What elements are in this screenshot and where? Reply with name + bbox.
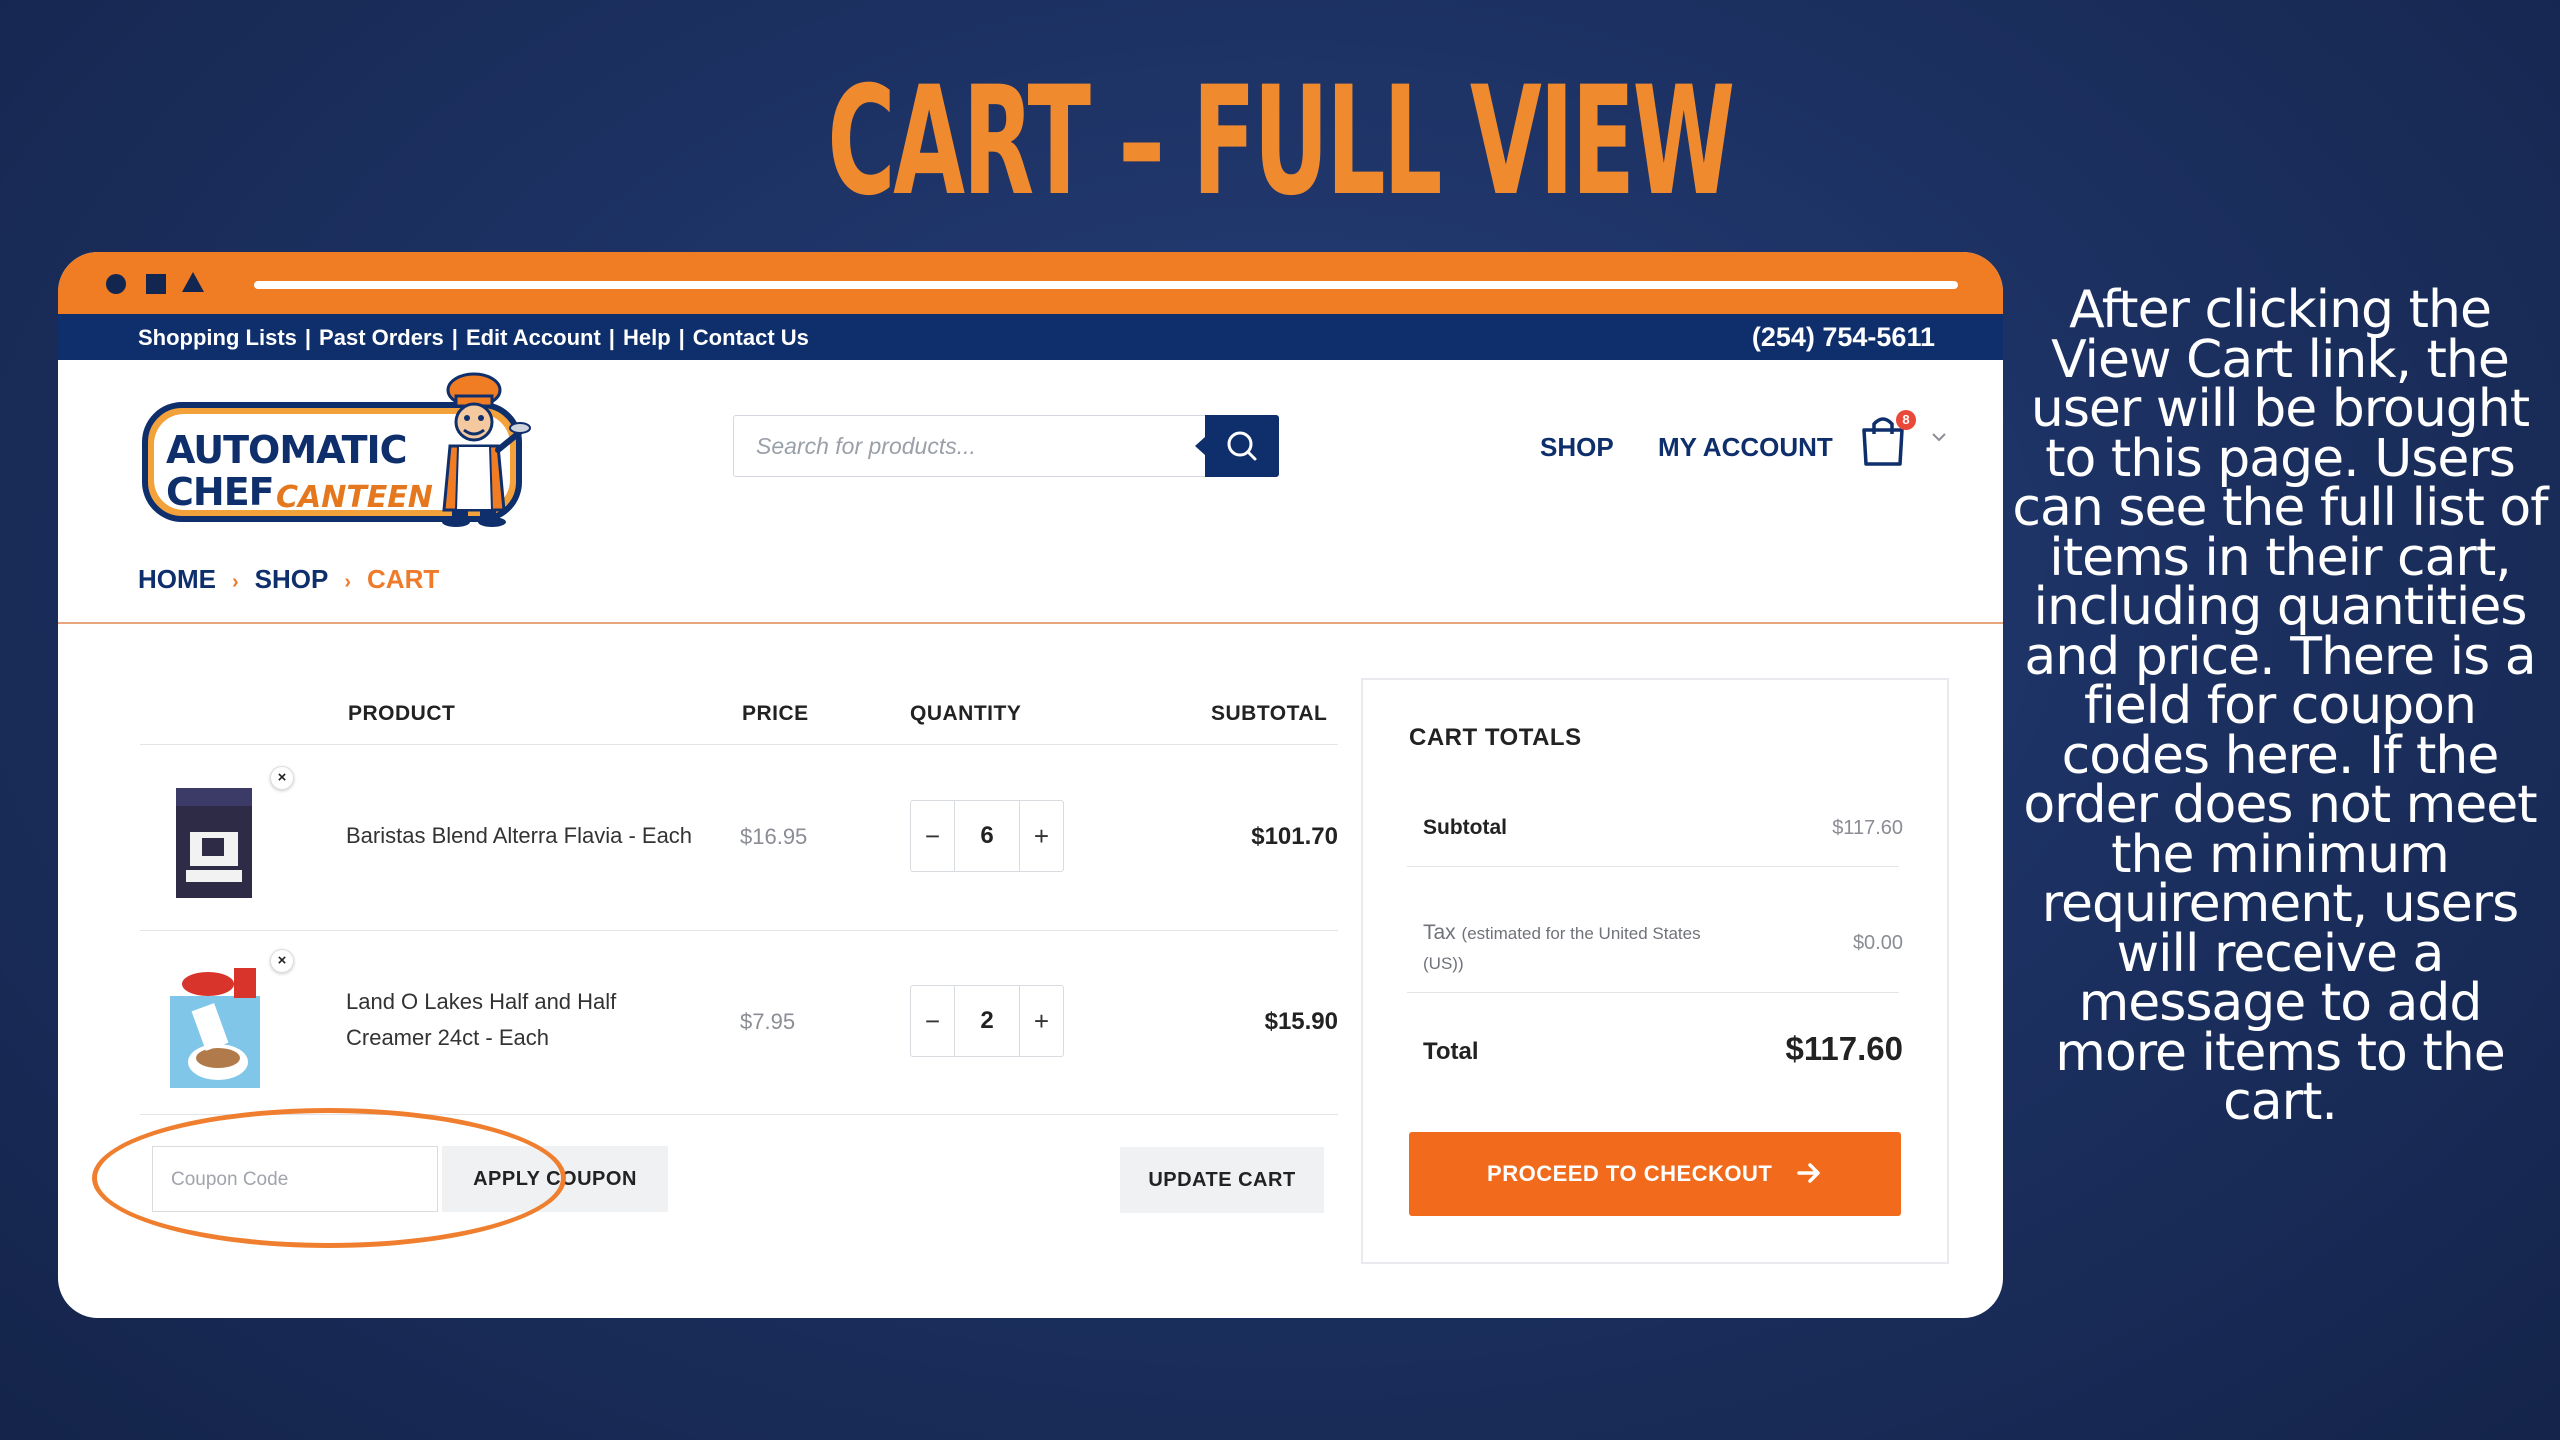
tax-note-2: (US)) (1423, 954, 1464, 973)
line-subtotal: $15.90 (1264, 1008, 1338, 1035)
col-header-quantity: QUANTITY (910, 702, 1022, 725)
link-past-orders[interactable]: Past Orders (319, 325, 444, 350)
divider (58, 622, 2003, 624)
increase-quantity-button[interactable]: + (1019, 801, 1063, 871)
checkout-label: PROCEED TO CHECKOUT (1487, 1161, 1773, 1186)
product-name[interactable]: Land O Lakes Half and Half Creamer 24ct … (346, 984, 616, 1056)
separator: | (678, 325, 685, 350)
arrow-right-icon (1797, 1163, 1820, 1183)
logo-text-line3: CANTEEN (276, 480, 433, 515)
breadcrumb-home[interactable]: HOME (138, 564, 216, 594)
triangle-icon (182, 272, 204, 292)
circle-icon (106, 274, 126, 294)
product-name-line2: Creamer 24ct - Each (346, 1025, 549, 1050)
breadcrumb: HOME › SHOP › CART (138, 564, 439, 595)
remove-item-button[interactable]: × (270, 766, 294, 790)
search-icon (1227, 431, 1257, 461)
tax-value: $0.00 (1852, 932, 1903, 954)
link-contact-us[interactable]: Contact Us (693, 325, 809, 350)
update-cart-button[interactable]: UPDATE CART (1120, 1147, 1324, 1213)
line-subtotal: $101.70 (1251, 823, 1338, 850)
explanation-text: After clicking the View Cart link, the u… (2012, 280, 2548, 1132)
remove-item-button[interactable]: × (270, 949, 294, 973)
highlight-oval (92, 1108, 566, 1248)
decrease-quantity-button[interactable]: − (911, 986, 955, 1056)
divider (140, 930, 1338, 931)
search-input[interactable]: Search for products... (756, 433, 976, 460)
product-name[interactable]: Baristas Blend Alterra Flavia - Each (346, 818, 692, 854)
col-header-subtotal: SUBTOTAL (1211, 702, 1328, 725)
utility-links: Shopping Lists | Past Orders | Edit Account |… (138, 325, 809, 351)
quantity-stepper: − 6 + (910, 800, 1064, 872)
subtotal-label: Subtotal (1423, 816, 1507, 839)
total-value: $117.60 (1785, 1030, 1903, 1067)
link-help[interactable]: Help (623, 325, 671, 350)
search-button[interactable] (1195, 415, 1279, 477)
search-box: Search for products... (733, 415, 1279, 477)
breadcrumb-current: CART (367, 564, 440, 594)
address-bar[interactable] (254, 281, 1958, 289)
square-icon (146, 274, 166, 294)
quantity-input[interactable]: 2 (955, 986, 1019, 1056)
cart-totals-title: CART TOTALS (1409, 724, 1582, 751)
nav-my-account[interactable]: MY ACCOUNT (1658, 432, 1833, 463)
divider (1407, 992, 1899, 993)
chevron-right-icon: › (232, 571, 239, 593)
decrease-quantity-button[interactable]: − (911, 801, 955, 871)
logo-text-line2: CHEF (166, 470, 275, 514)
tax-label-group: Tax (estimated for the United States (US… (1423, 918, 1753, 979)
browser-mockup: Shopping Lists | Past Orders | Edit Account |… (58, 252, 2003, 1318)
slide-title: CART – FULL VIEW (827, 55, 1735, 229)
logo-text-line1: AUTOMATIC (166, 428, 408, 472)
product-image-alterra[interactable] (172, 782, 256, 902)
separator: | (304, 325, 312, 350)
product-price: $7.95 (740, 1009, 796, 1034)
chef-mascot-icon (442, 372, 531, 527)
col-header-product: PRODUCT (348, 702, 456, 725)
browser-chrome (58, 252, 2003, 314)
product-price: $16.95 (740, 824, 808, 849)
quantity-input[interactable]: 6 (955, 801, 1019, 871)
chevron-down-icon[interactable] (1930, 430, 1948, 444)
cart-count-badge: 8 (1896, 410, 1916, 430)
cart-totals-panel: CART TOTALS Subtotal $117.60 Tax (estima… (1361, 678, 1949, 1264)
product-image-creamer[interactable] (168, 962, 262, 1092)
tax-note: (estimated for the United States (1461, 924, 1701, 943)
increase-quantity-button[interactable]: + (1019, 986, 1063, 1056)
breadcrumb-shop[interactable]: SHOP (255, 564, 329, 594)
divider (1407, 866, 1899, 867)
tax-label: Tax (1423, 921, 1456, 944)
link-edit-account[interactable]: Edit Account (466, 325, 601, 350)
quantity-stepper: − 2 + (910, 985, 1064, 1057)
separator: | (608, 325, 615, 350)
divider (140, 744, 1338, 745)
total-label: Total (1423, 1038, 1479, 1065)
link-shopping-lists[interactable]: Shopping Lists (138, 325, 297, 350)
product-name-line1: Land O Lakes Half and Half (346, 989, 617, 1014)
nav-shop[interactable]: SHOP (1540, 432, 1614, 463)
separator: | (451, 325, 458, 350)
proceed-to-checkout-button[interactable]: PROCEED TO CHECKOUT (1409, 1132, 1901, 1216)
phone-number[interactable]: (254) 754-5611 (1752, 322, 1935, 353)
col-header-price: PRICE (742, 702, 809, 725)
utility-bar: Shopping Lists | Past Orders | Edit Account |… (58, 314, 2003, 360)
site-logo[interactable]: AUTOMATIC CHEF CANTEEN (142, 370, 542, 530)
subtotal-value: $117.60 (1832, 817, 1903, 839)
chevron-right-icon: › (344, 571, 352, 593)
